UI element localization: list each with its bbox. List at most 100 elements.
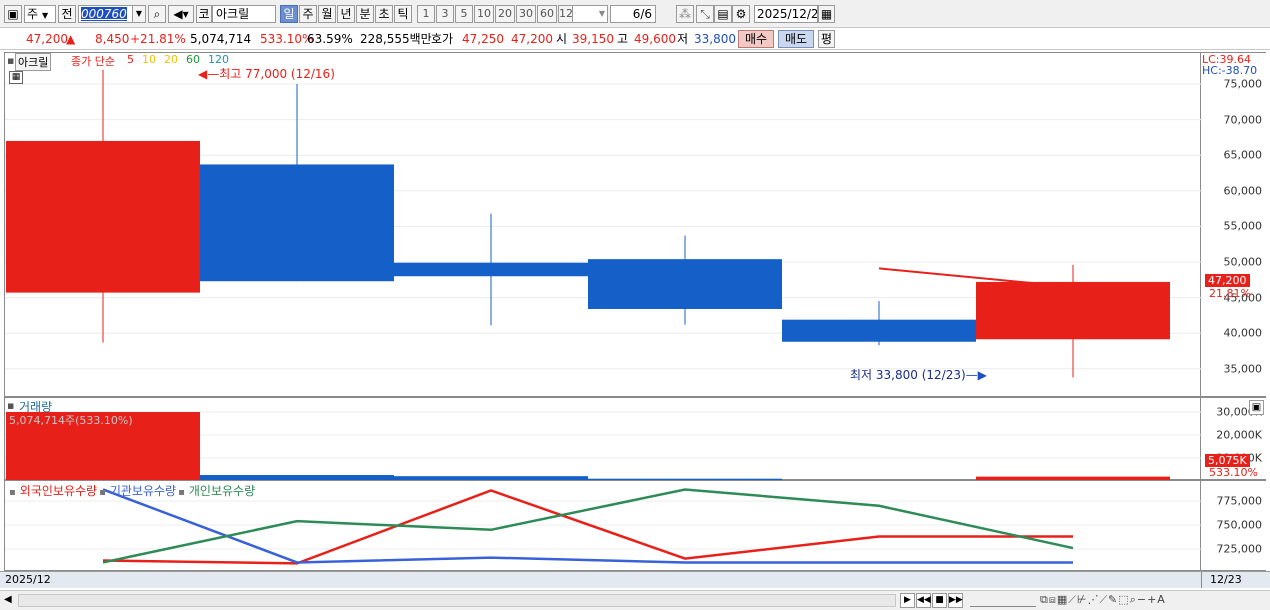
current-price: 47,200 xyxy=(26,32,68,46)
price-pane[interactable]: ▪ 아크릴 종가 단순 5 10 20 60 120 ▦ ◀—최고 77,000 (12… xyxy=(4,52,1202,397)
calendar-icon[interactable]: ▦ xyxy=(818,5,835,23)
shape-icon[interactable]: ⬚ xyxy=(1118,593,1129,606)
rewind-icon[interactable]: ◀◀ xyxy=(916,593,931,608)
candle-body[interactable] xyxy=(588,259,782,309)
interval-tab-4[interactable]: 20 xyxy=(495,5,515,23)
table-icon[interactable]: ▦ xyxy=(9,71,23,84)
text-icon[interactable]: A xyxy=(1157,593,1166,606)
scroll-track[interactable] xyxy=(18,594,896,607)
interval-tab-2[interactable]: 5 xyxy=(455,5,473,23)
holding-pane[interactable]: ▪ 외국인보유수량 ▪ 기관보유수량 ▪ 개인보유수량 xyxy=(4,480,1202,571)
legend-bullet-icon: ▪ xyxy=(178,487,185,498)
period-tab-5[interactable]: 초 xyxy=(375,5,393,23)
left-arrow-icon: ◀— xyxy=(198,67,220,81)
zoom-slider[interactable] xyxy=(970,594,1036,607)
period-tab-6[interactable]: 틱 xyxy=(394,5,412,23)
holding-tick-label: 775,000 xyxy=(1216,494,1263,508)
stop-icon[interactable]: ■ xyxy=(932,593,947,608)
period-tab-0[interactable]: 일 xyxy=(280,5,298,23)
screen-icon[interactable]: ⧉ xyxy=(1040,593,1049,606)
pane-menu-icon[interactable]: ▣ xyxy=(1249,400,1264,415)
fast-forward-icon[interactable]: ▶▶ xyxy=(948,593,963,608)
average-button[interactable]: 평 xyxy=(818,30,835,48)
link-icon[interactable]: ⁂ xyxy=(676,5,694,23)
code-prefix-label: 코 xyxy=(196,5,212,23)
interval-tab-0[interactable]: 1 xyxy=(417,5,435,23)
grid-icon[interactable]: ▦ xyxy=(1057,593,1068,606)
volume-axis[interactable]: 30,000K20,000K10,000K ▣ 5,075K 533.10% xyxy=(1201,397,1266,480)
zoom-out-icon[interactable]: − xyxy=(1137,593,1147,606)
price-tick-label: 65,000 xyxy=(1223,148,1263,162)
price-tick-label: 35,000 xyxy=(1223,362,1263,376)
price-axis[interactable]: LC:39.64 HC:-38.70 75,000 70,000 65,000 60,… xyxy=(1201,52,1266,397)
trend-icon[interactable]: ⟋ xyxy=(1068,593,1077,606)
sell-button[interactable]: 매도 xyxy=(778,30,814,48)
chevron-down-icon: ▼ xyxy=(598,9,605,18)
ma-title[interactable]: 종가 단순 xyxy=(71,53,115,69)
ma-legend-item-20[interactable]: 20 xyxy=(164,53,178,66)
holding-legend-item-1[interactable]: 기관보유수량 xyxy=(110,484,176,498)
play-icon[interactable]: ▶ xyxy=(900,593,915,608)
holding-tick-label: 750,000 xyxy=(1216,518,1263,532)
chevron-down-icon: ▼ xyxy=(42,11,49,20)
ruler-icon[interactable]: ⟋ xyxy=(1099,593,1108,606)
scroll-left-icon[interactable]: ◀ xyxy=(4,594,12,605)
drawing-tools[interactable]: ⧉⧈▦⟋⊬⋰⟋✎⬚⌕−+A xyxy=(1040,593,1166,607)
legend-bullet-icon: ▪ xyxy=(99,487,106,498)
crosshair-icon[interactable]: ⤡ xyxy=(696,5,714,23)
candle-body[interactable] xyxy=(6,140,200,293)
info-bar: 47,200 ▲ 8,450 +21.81% 5,074,714 533.10%… xyxy=(0,28,1270,50)
low-label: 저 xyxy=(677,32,689,46)
interval-dropdown[interactable]: ▼ xyxy=(572,5,608,23)
axis-divider xyxy=(1201,572,1202,588)
magnifier-icon[interactable]: ⌕ xyxy=(1130,593,1137,606)
interval-tab-6[interactable]: 60 xyxy=(537,5,557,23)
holding-line-1[interactable] xyxy=(102,488,1073,564)
candle-body[interactable] xyxy=(394,262,588,277)
period-select[interactable]: 주 ▼ xyxy=(24,5,56,23)
prev-button[interactable]: 전 xyxy=(58,5,76,23)
ma-legend-item-10[interactable]: 10 xyxy=(142,53,156,66)
holding-legend-item-2[interactable]: 개인보유수량 xyxy=(189,484,255,498)
gear-icon[interactable]: ⚙ xyxy=(732,5,750,23)
candle-body[interactable] xyxy=(976,281,1170,340)
count-field[interactable]: 6/6 xyxy=(610,5,656,23)
toolbar: ▣ 주 ▼ 전 000760 ▼ ⌕ ◀▾ 코 아크릴 일주월년분초틱 1 3 5 10… xyxy=(0,0,1270,28)
ma-legend-item-5[interactable]: 5 xyxy=(127,53,134,66)
stock-name-tag[interactable]: 아크릴 xyxy=(15,53,52,71)
pane-bullet-icon: ▪ xyxy=(7,399,15,412)
chevron-down-icon[interactable]: ▼ xyxy=(132,5,146,23)
turnover-ratio: 63.59% xyxy=(307,32,353,46)
search-icon[interactable]: ⌕ xyxy=(148,5,166,23)
save-icon[interactable]: ▤ xyxy=(714,5,732,23)
channel-icon[interactable]: ⋰ xyxy=(1087,593,1099,606)
pencil-icon[interactable]: ✎ xyxy=(1108,593,1118,606)
stock-name-field[interactable]: 아크릴 xyxy=(212,5,276,23)
holding-axis[interactable]: 775,000 750,000 725,000 xyxy=(1201,480,1266,571)
date-field[interactable]: 2025/12/23 xyxy=(754,5,818,23)
candle-body[interactable] xyxy=(200,164,394,282)
layout-icon[interactable]: ▣ xyxy=(4,5,22,23)
fibonacci-icon[interactable]: ⊬ xyxy=(1077,593,1088,606)
interval-tab-5[interactable]: 30 xyxy=(516,5,536,23)
holding-line-2[interactable] xyxy=(102,488,1074,564)
layout-icon[interactable]: ⧈ xyxy=(1049,593,1057,606)
interval-tab-3[interactable]: 10 xyxy=(474,5,494,23)
interval-tab-1[interactable]: 3 xyxy=(436,5,454,23)
period-tab-4[interactable]: 분 xyxy=(356,5,374,23)
holding-legend-item-0[interactable]: 외국인보유수량 xyxy=(20,484,97,498)
period-tab-2[interactable]: 월 xyxy=(318,5,336,23)
candle-body[interactable] xyxy=(782,319,976,342)
price-tick-label: 60,000 xyxy=(1223,184,1263,198)
change-value: 8,450 xyxy=(95,32,130,46)
zoom-in-icon[interactable]: + xyxy=(1147,593,1157,606)
volume-pane[interactable]: ▪ 거래량 5,074,714주(533.10%) xyxy=(4,397,1202,481)
speaker-icon[interactable]: ◀▾ xyxy=(168,5,194,23)
quote-label: 호가 xyxy=(431,32,454,46)
period-tab-3[interactable]: 년 xyxy=(337,5,355,23)
buy-button[interactable]: 매수 xyxy=(738,30,774,48)
high-value: 49,600 xyxy=(634,32,676,46)
period-tab-1[interactable]: 주 xyxy=(299,5,317,23)
trade-value: 228,555백만 xyxy=(360,32,432,46)
price-tick-label: 70,000 xyxy=(1223,113,1263,127)
